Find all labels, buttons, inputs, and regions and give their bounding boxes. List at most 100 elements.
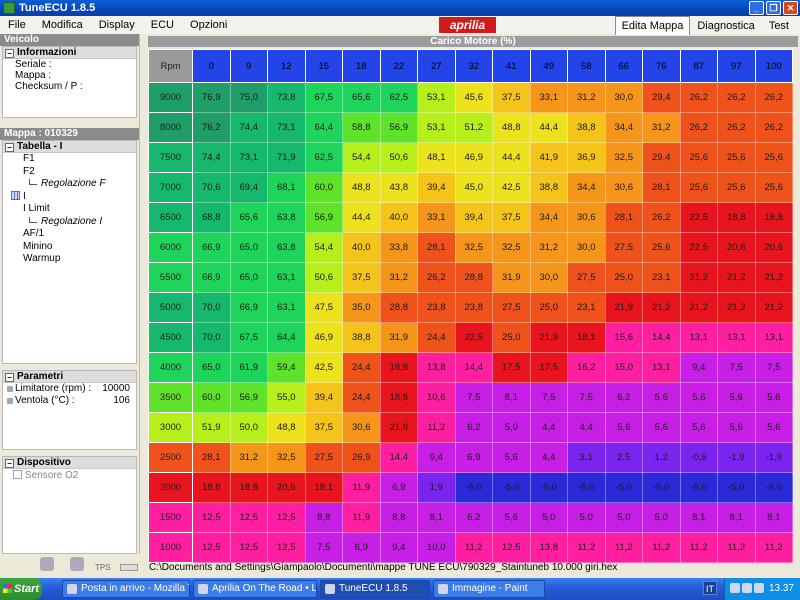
map-cell[interactable]: 25,6 xyxy=(717,172,756,203)
map-cell[interactable]: 31,9 xyxy=(379,322,418,353)
map-cell[interactable]: 54,4 xyxy=(342,142,381,173)
map-cell[interactable]: 45,0 xyxy=(454,172,493,203)
map-cell[interactable]: 18,8 xyxy=(379,352,418,383)
tree-item-regolazione-i[interactable]: Regolazione I xyxy=(3,216,136,229)
map-cell[interactable]: 60,0 xyxy=(192,382,231,413)
map-cell[interactable]: 21,2 xyxy=(717,292,756,323)
map-cell[interactable]: 26,2 xyxy=(679,82,718,113)
map-cell[interactable]: 24,4 xyxy=(417,322,456,353)
tab-test[interactable]: Test xyxy=(762,16,796,35)
map-cell[interactable]: 18,1 xyxy=(304,472,343,503)
map-cell[interactable]: -5,0 xyxy=(492,472,531,503)
task-aprilia[interactable]: Aprilia On The Road • Le... xyxy=(193,580,317,598)
map-cell[interactable]: 37,5 xyxy=(304,412,343,443)
parametri-section[interactable]: − Parametri xyxy=(3,371,136,383)
tree-item-minino[interactable]: Minino xyxy=(3,241,136,254)
map-cell[interactable]: 8,8 xyxy=(304,502,343,533)
map-cell[interactable]: 11,2 xyxy=(717,532,756,563)
rpm-row-header[interactable]: 1500 xyxy=(148,502,193,533)
map-cell[interactable]: 7,5 xyxy=(567,382,606,413)
map-cell[interactable]: 13,1 xyxy=(642,352,681,383)
load-column-header[interactable]: 49 xyxy=(529,49,568,83)
map-cell[interactable]: 14,4 xyxy=(379,442,418,473)
map-cell[interactable]: 26,2 xyxy=(717,112,756,143)
task-tuneecu[interactable]: TuneECU 1.8.5 xyxy=(320,580,430,598)
map-cell[interactable]: 36,9 xyxy=(567,142,606,173)
map-cell[interactable]: 17,5 xyxy=(492,352,531,383)
map-cell[interactable]: 7,5 xyxy=(717,352,756,383)
map-cell[interactable]: 64,4 xyxy=(304,112,343,143)
map-cell[interactable]: 16,2 xyxy=(567,352,606,383)
map-cell[interactable]: 18,1 xyxy=(567,322,606,353)
map-cell[interactable]: 8,1 xyxy=(679,502,718,533)
map-cell[interactable]: 26,2 xyxy=(642,202,681,233)
tree-item-f1[interactable]: F1 xyxy=(3,153,136,166)
map-cell[interactable]: 7,5 xyxy=(304,532,343,563)
map-cell[interactable]: 21,2 xyxy=(754,262,793,293)
map-cell[interactable]: 13,1 xyxy=(679,322,718,353)
map-cell[interactable]: 10,6 xyxy=(417,382,456,413)
sensore-o2-checkbox[interactable]: Sensore O2 xyxy=(3,469,136,482)
load-column-header[interactable]: 76 xyxy=(642,49,681,83)
map-cell[interactable]: 25,0 xyxy=(529,292,568,323)
map-cell[interactable]: 28,1 xyxy=(604,202,643,233)
menu-file[interactable]: File xyxy=(0,19,34,31)
map-cell[interactable]: 55,0 xyxy=(267,382,306,413)
map-cell[interactable]: 6,2 xyxy=(454,502,493,533)
rpm-row-header[interactable]: 3500 xyxy=(148,382,193,413)
map-cell[interactable]: 8,1 xyxy=(754,502,793,533)
map-cell[interactable]: 11,2 xyxy=(567,532,606,563)
map-cell[interactable]: 56,9 xyxy=(304,202,343,233)
map-cell[interactable]: 8,1 xyxy=(717,502,756,533)
map-cell[interactable]: 26,9 xyxy=(342,442,381,473)
map-cell[interactable]: 5,6 xyxy=(754,382,793,413)
map-cell[interactable]: 4,4 xyxy=(529,442,568,473)
tab-edita-mappa[interactable]: Edita Mappa xyxy=(614,16,691,35)
map-cell[interactable]: 30,0 xyxy=(604,82,643,113)
map-cell[interactable]: 48,1 xyxy=(417,142,456,173)
map-cell[interactable]: 29,4 xyxy=(642,142,681,173)
map-cell[interactable]: 42,5 xyxy=(492,172,531,203)
map-cell[interactable]: 61,9 xyxy=(229,352,268,383)
map-cell[interactable]: 30,0 xyxy=(567,232,606,263)
collapse-icon[interactable]: − xyxy=(5,143,14,152)
map-cell[interactable]: 31,9 xyxy=(492,262,531,293)
map-cell[interactable]: 75,0 xyxy=(229,82,268,113)
map-cell[interactable]: 15,6 xyxy=(604,322,643,353)
map-cell[interactable]: 5,6 xyxy=(754,412,793,443)
load-column-header[interactable]: 0 xyxy=(192,49,231,83)
map-cell[interactable]: 27,5 xyxy=(567,262,606,293)
map-cell[interactable]: 22,5 xyxy=(454,322,493,353)
map-cell[interactable]: 5,0 xyxy=(604,502,643,533)
map-cell[interactable]: 28,1 xyxy=(642,172,681,203)
tree-item-af1[interactable]: AF/1 xyxy=(3,228,136,241)
map-cell[interactable]: 48,8 xyxy=(492,112,531,143)
menu-ecu[interactable]: ECU xyxy=(143,19,182,31)
map-cell[interactable]: 32,5 xyxy=(492,232,531,263)
map-cell[interactable]: 3,1 xyxy=(567,442,606,473)
map-cell[interactable]: 33,8 xyxy=(379,232,418,263)
map-cell[interactable]: 6,2 xyxy=(454,412,493,443)
menu-opzioni[interactable]: Opzioni xyxy=(182,19,235,31)
map-cell[interactable]: 20,6 xyxy=(754,232,793,263)
map-cell[interactable]: 34,4 xyxy=(567,172,606,203)
load-column-header[interactable]: 18 xyxy=(342,49,381,83)
load-column-header[interactable]: 41 xyxy=(492,49,531,83)
menu-display[interactable]: Display xyxy=(91,19,143,31)
map-cell[interactable]: 65,6 xyxy=(342,82,381,113)
load-column-header[interactable]: 15 xyxy=(304,49,343,83)
map-cell[interactable]: 26,2 xyxy=(754,82,793,113)
chevron-icon[interactable] xyxy=(730,583,740,593)
map-cell[interactable]: 18,8 xyxy=(192,472,231,503)
map-cell[interactable]: 33,1 xyxy=(417,202,456,233)
map-cell[interactable]: 29,4 xyxy=(642,82,681,113)
rpm-row-header[interactable]: 8000 xyxy=(148,112,193,143)
map-cell[interactable]: 9,4 xyxy=(679,352,718,383)
map-cell[interactable]: 39,4 xyxy=(454,202,493,233)
map-cell[interactable]: 31,2 xyxy=(229,442,268,473)
map-cell[interactable]: 68,1 xyxy=(267,172,306,203)
rpm-row-header[interactable]: 7000 xyxy=(148,172,193,203)
map-cell[interactable]: 63,8 xyxy=(267,232,306,263)
map-cell[interactable]: 25,6 xyxy=(754,142,793,173)
map-cell[interactable]: -5,0 xyxy=(717,472,756,503)
